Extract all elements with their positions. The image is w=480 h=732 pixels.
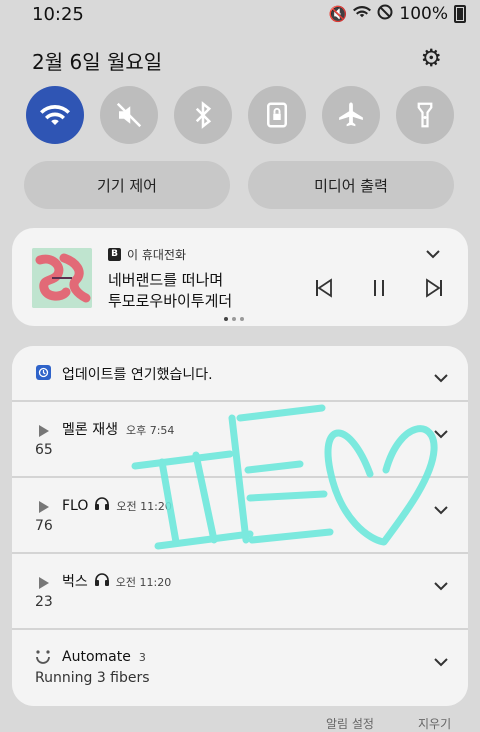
handwritten-scribble [131,404,438,550]
